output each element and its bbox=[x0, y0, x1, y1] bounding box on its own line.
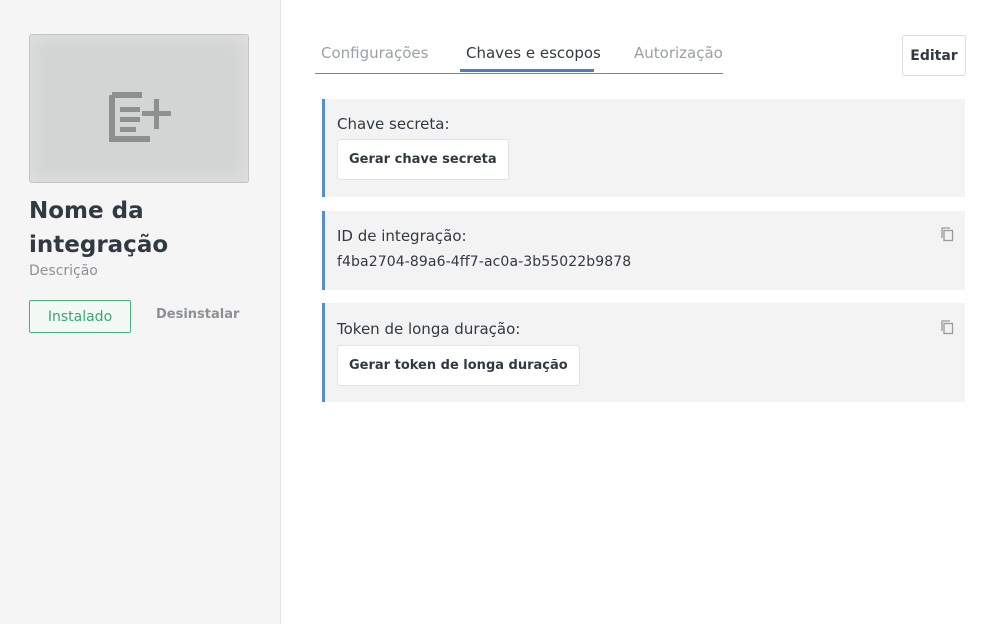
tab-autorizacao[interactable]: Autorização bbox=[634, 44, 723, 62]
integration-id-card: ID de integração: f4ba2704-89a6-4ff7-ac0… bbox=[322, 211, 965, 290]
integration-description: Descrição bbox=[29, 263, 98, 279]
uninstall-button[interactable]: Desinstalar bbox=[156, 307, 239, 322]
integration-name: Nome da integração bbox=[29, 198, 169, 258]
copy-icon[interactable] bbox=[939, 319, 955, 335]
secret-key-label: Chave secreta: bbox=[337, 115, 450, 133]
integration-thumbnail bbox=[29, 34, 249, 183]
secret-key-card: Chave secreta: Gerar chave secreta bbox=[322, 99, 965, 197]
long-token-card: Token de longa duração: Gerar token de l… bbox=[322, 303, 965, 402]
post-add-icon bbox=[109, 92, 171, 142]
edit-button[interactable]: Editar bbox=[902, 35, 966, 76]
generate-long-token-button[interactable]: Gerar token de longa duração bbox=[337, 345, 580, 386]
installed-badge[interactable]: Instalado bbox=[29, 300, 131, 333]
active-tab-indicator bbox=[460, 69, 594, 72]
generate-secret-button[interactable]: Gerar chave secreta bbox=[337, 139, 509, 180]
tab-configuracoes[interactable]: Configurações bbox=[321, 44, 428, 62]
integration-id-value: f4ba2704-89a6-4ff7-ac0a-3b55022b9878 bbox=[337, 254, 632, 270]
long-token-label: Token de longa duração: bbox=[337, 320, 521, 338]
sidebar: Nome da integração Descrição Instalado D… bbox=[0, 0, 281, 624]
tab-chaves-e-escopos[interactable]: Chaves e escopos bbox=[466, 44, 601, 62]
copy-icon[interactable] bbox=[939, 226, 955, 242]
tab-bar: Configurações Chaves e escopos Autorizaç… bbox=[315, 36, 723, 74]
integration-id-label: ID de integração: bbox=[337, 227, 467, 245]
